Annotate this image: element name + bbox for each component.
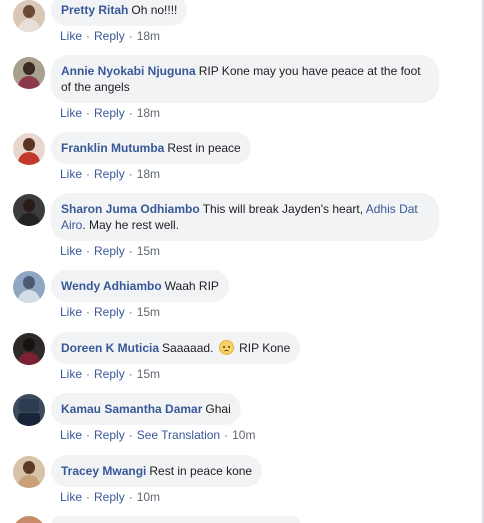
comment: Kamau Samantha Damar Ghai Like · Reply · See … (13, 393, 473, 454)
reply-link[interactable]: Reply (94, 367, 125, 381)
comment-actions: Like · Reply · 10m (60, 490, 161, 504)
comment-author[interactable]: Kamau Samantha Damar (61, 402, 202, 416)
see-translation-link[interactable]: See Translation (137, 428, 220, 442)
comment-actions: Like · Reply · 15m (60, 305, 161, 319)
comment-text-end: . May he rest well. (82, 218, 180, 232)
reply-link[interactable]: Reply (94, 29, 125, 43)
comment-actions: Like · Reply · 18m (60, 29, 161, 43)
comment-actions: Like · Reply · 18m (60, 106, 161, 120)
comment-time[interactable]: 18m (137, 106, 160, 120)
avatar[interactable] (13, 333, 45, 365)
comment-bubble: Doreen K Muticia Saaaaad. RIP Kone (51, 332, 301, 364)
like-link[interactable]: Like (60, 305, 82, 319)
reply-link[interactable]: Reply (94, 305, 125, 319)
comment: Pretty Ritah Oh no!!!! Like · Reply · 18m (13, 0, 473, 43)
like-link[interactable]: Like (60, 106, 82, 120)
comment: Sharon Juma Odhiambo This will break Jayd… (13, 193, 473, 259)
comment-time[interactable]: 18m (137, 29, 160, 43)
comment-text-end: RIP Kone (239, 341, 291, 355)
comment-bubble: Tracey Mwangi Rest in peace kone (51, 455, 263, 487)
like-link[interactable]: Like (60, 29, 82, 43)
comment-bubble: Pretty Ritah Oh no!!!! (51, 0, 188, 26)
comment-partial (13, 516, 473, 523)
comment-text: Saaaaad. (162, 341, 214, 355)
like-link[interactable]: Like (60, 490, 82, 504)
comment-text: Oh no!!!! (131, 3, 178, 17)
like-link[interactable]: Like (60, 244, 82, 258)
comment-author[interactable]: Annie Nyokabi Njuguna (61, 64, 196, 78)
comment-bubble (51, 516, 301, 523)
comment-text: Rest in peace (167, 141, 241, 155)
reply-link[interactable]: Reply (94, 244, 125, 258)
reply-link[interactable]: Reply (94, 490, 125, 504)
avatar[interactable] (13, 516, 45, 523)
comment-author[interactable]: Tracey Mwangi (61, 464, 146, 478)
comment: Wendy Adhiambo Waah RIP Like · Reply · 15m (13, 270, 473, 331)
comment: Franklin Mutumba Rest in peace Like · Reply… (13, 132, 473, 193)
comment-time[interactable]: 15m (137, 305, 160, 319)
like-link[interactable]: Like (60, 167, 82, 181)
reply-link[interactable]: Reply (94, 428, 125, 442)
comment-time[interactable]: 10m (137, 490, 160, 504)
comment: Annie Nyokabi Njuguna RIP Kone may you ha… (13, 55, 473, 121)
comment-author[interactable]: Pretty Ritah (61, 3, 128, 17)
avatar[interactable] (13, 133, 45, 165)
comment-author[interactable]: Sharon Juma Odhiambo (61, 202, 200, 216)
comment-time[interactable]: 18m (137, 167, 160, 181)
avatar[interactable] (13, 0, 45, 32)
comment-bubble: Kamau Samantha Damar Ghai (51, 393, 241, 425)
reply-link[interactable]: Reply (94, 167, 125, 181)
avatar[interactable] (13, 194, 45, 226)
avatar[interactable] (13, 456, 45, 488)
avatar[interactable] (13, 57, 45, 89)
sad-face-icon (218, 340, 234, 355)
comment: Doreen K Muticia Saaaaad. RIP Kone Like · R… (13, 332, 473, 393)
comment-actions: Like · Reply · 15m (60, 244, 161, 258)
comment-actions: Like · Reply · 18m (60, 167, 161, 181)
comment-author[interactable]: Doreen K Muticia (61, 341, 159, 355)
comment-author[interactable]: Franklin Mutumba (61, 141, 164, 155)
comment-actions: Like · Reply · 15m (60, 367, 161, 381)
comment-time[interactable]: 15m (137, 367, 160, 381)
avatar[interactable] (13, 271, 45, 303)
comment-time[interactable]: 15m (137, 244, 160, 258)
avatar[interactable] (13, 394, 45, 426)
like-link[interactable]: Like (60, 428, 82, 442)
comment-time[interactable]: 10m (232, 428, 255, 442)
comment-author[interactable]: Wendy Adhiambo (61, 279, 162, 293)
comment-text: This will break Jayden's heart, (202, 202, 364, 216)
reply-link[interactable]: Reply (94, 106, 125, 120)
comment-actions: Like · Reply · See Translation · 10m (60, 428, 256, 442)
comment-text: Waah RIP (164, 279, 219, 293)
comment-bubble: Sharon Juma Odhiambo This will break Jayd… (51, 193, 439, 241)
like-link[interactable]: Like (60, 367, 82, 381)
comment-bubble: Franklin Mutumba Rest in peace (51, 132, 251, 164)
comment: Tracey Mwangi Rest in peace kone Like · Rep… (13, 455, 473, 516)
comment-text: Ghai (205, 402, 231, 416)
comment-text: Rest in peace kone (149, 464, 253, 478)
comment-bubble: Wendy Adhiambo Waah RIP (51, 270, 229, 302)
comment-bubble: Annie Nyokabi Njuguna RIP Kone may you ha… (51, 55, 439, 103)
